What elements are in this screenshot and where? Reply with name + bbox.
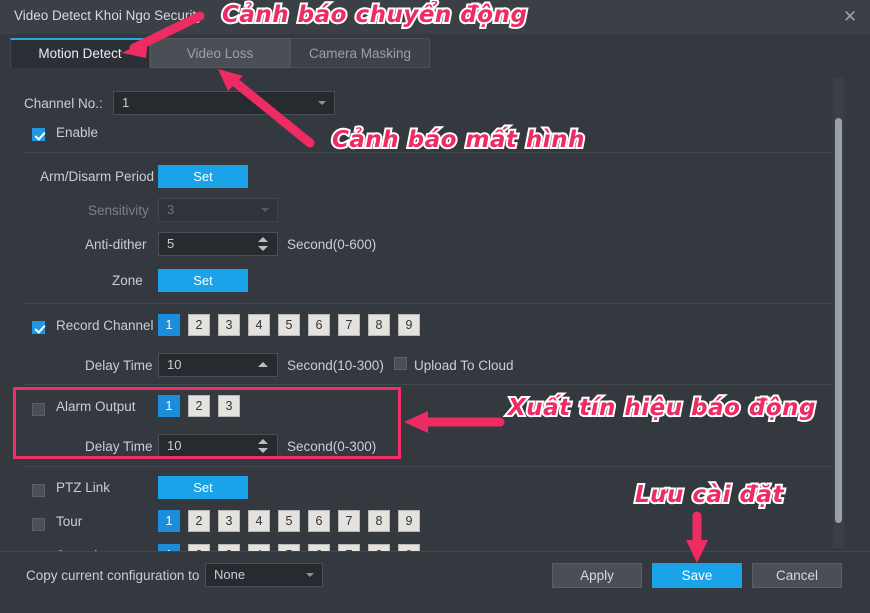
sensitivity-value: 3 (167, 202, 175, 217)
ptz-link-checkbox[interactable] (32, 482, 45, 500)
record-channel-button-1[interactable]: 1 (158, 314, 180, 336)
ptz-link-checkbox-box[interactable] (32, 484, 45, 498)
stepper-down-icon[interactable] (258, 246, 268, 251)
chevron-down-icon (306, 573, 314, 577)
chevron-down-icon (261, 208, 269, 212)
tour-button-8[interactable]: 8 (368, 510, 390, 532)
record-channel-button-6[interactable]: 6 (308, 314, 330, 336)
alarm-output-button-group[interactable]: 123 (158, 395, 278, 419)
tour-checkbox-box[interactable] (32, 518, 45, 532)
anti-dither-value: 5 (167, 236, 175, 251)
channel-no-select[interactable]: 1 (113, 91, 335, 115)
enable-checkbox[interactable] (32, 126, 45, 144)
tour-button-1[interactable]: 1 (158, 510, 180, 532)
record-channel-button-group[interactable]: 123456789 (158, 314, 458, 338)
zone-set-button[interactable]: Set (158, 269, 248, 292)
tour-button-5[interactable]: 5 (278, 510, 300, 532)
channel-no-value: 1 (122, 95, 130, 110)
record-channel-checkbox[interactable] (32, 319, 45, 337)
record-channel-button-2[interactable]: 2 (188, 314, 210, 336)
tour-button-4[interactable]: 4 (248, 510, 270, 532)
anti-dither-unit: Second(0-600) (287, 237, 377, 252)
tour-button-7[interactable]: 7 (338, 510, 360, 532)
arm-disarm-period-label: Arm/Disarm Period (40, 169, 155, 184)
record-delay-time-label: Delay Time (85, 358, 153, 373)
divider-4 (24, 466, 832, 467)
enable-label: Enable (56, 125, 99, 140)
alarm-output-button-1[interactable]: 1 (158, 395, 180, 417)
tour-button-9[interactable]: 9 (398, 510, 420, 532)
tour-button-2[interactable]: 2 (188, 510, 210, 532)
alarm-output-checkbox-box[interactable] (32, 403, 45, 417)
alarm-delay-time-unit: Second(0-300) (287, 439, 377, 454)
record-channel-button-9[interactable]: 9 (398, 314, 420, 336)
tab-strip: Motion Detect Video Loss Camera Masking (0, 34, 870, 74)
ptz-link-label: PTZ Link (56, 480, 111, 495)
video-detect-window: Video Detect Khoi Ngo Security ✕ Motion … (0, 0, 870, 613)
stepper-up-icon[interactable] (258, 362, 268, 367)
chevron-down-icon (318, 101, 326, 105)
vertical-scrollbar-thumb[interactable] (835, 118, 842, 523)
arm-disarm-set-button[interactable]: Set (158, 165, 248, 188)
sensitivity-select: 3 (158, 198, 278, 222)
upload-to-cloud-label: Upload To Cloud (414, 358, 514, 373)
record-channel-checkbox-box[interactable] (32, 321, 45, 335)
zone-label: Zone (112, 273, 143, 288)
record-delay-time-input[interactable]: 10 (158, 353, 278, 377)
record-channel-button-4[interactable]: 4 (248, 314, 270, 336)
window-title: Video Detect Khoi Ngo Security (14, 8, 203, 23)
copy-configuration-label: Copy current configuration to (26, 568, 200, 583)
anti-dither-label: Anti-dither (85, 237, 147, 252)
tour-checkbox[interactable] (32, 516, 45, 534)
record-channel-button-7[interactable]: 7 (338, 314, 360, 336)
anti-dither-input[interactable]: 5 (158, 232, 278, 256)
tour-button-group[interactable]: 123456789 (158, 510, 458, 534)
record-channel-button-5[interactable]: 5 (278, 314, 300, 336)
save-button[interactable]: Save (652, 563, 742, 588)
alarm-output-checkbox[interactable] (32, 401, 45, 419)
tour-label: Tour (56, 514, 83, 529)
alarm-delay-time-value: 10 (167, 438, 182, 453)
record-delay-time-value: 10 (167, 357, 182, 372)
tab-motion-detect[interactable]: Motion Detect (10, 38, 150, 68)
ptz-link-set-button[interactable]: Set (158, 476, 248, 499)
channel-no-label: Channel No.: (24, 96, 103, 111)
enable-checkbox-box[interactable] (32, 128, 45, 142)
sensitivity-label: Sensitivity (88, 203, 149, 218)
record-channel-label: Record Channel (56, 318, 154, 333)
alarm-output-button-2[interactable]: 2 (188, 395, 210, 417)
cancel-button[interactable]: Cancel (752, 563, 842, 588)
upload-to-cloud-checkbox-box[interactable] (394, 357, 407, 371)
stepper-up-icon[interactable] (258, 237, 268, 242)
stepper-down-icon[interactable] (258, 448, 268, 453)
alarm-delay-time-input[interactable]: 10 (158, 434, 278, 458)
alarm-output-label: Alarm Output (56, 399, 136, 414)
copy-configuration-value: None (214, 567, 246, 582)
tab-video-loss[interactable]: Video Loss (150, 38, 290, 68)
divider-3 (24, 384, 832, 385)
close-icon[interactable]: ✕ (836, 4, 864, 30)
apply-button[interactable]: Apply (552, 563, 642, 588)
footer-bar: Copy current configuration to None Apply… (0, 551, 870, 613)
tour-button-6[interactable]: 6 (308, 510, 330, 532)
alarm-output-button-3[interactable]: 3 (218, 395, 240, 417)
record-channel-button-8[interactable]: 8 (368, 314, 390, 336)
upload-to-cloud-checkbox[interactable] (394, 355, 407, 373)
tour-button-3[interactable]: 3 (218, 510, 240, 532)
divider-2 (24, 303, 832, 304)
copy-configuration-select[interactable]: None (205, 563, 323, 587)
stepper-up-icon[interactable] (258, 439, 268, 444)
alarm-delay-time-label: Delay Time (85, 439, 153, 454)
record-delay-time-unit: Second(10-300) (287, 358, 384, 373)
tab-camera-masking[interactable]: Camera Masking (290, 38, 430, 68)
record-channel-button-3[interactable]: 3 (218, 314, 240, 336)
